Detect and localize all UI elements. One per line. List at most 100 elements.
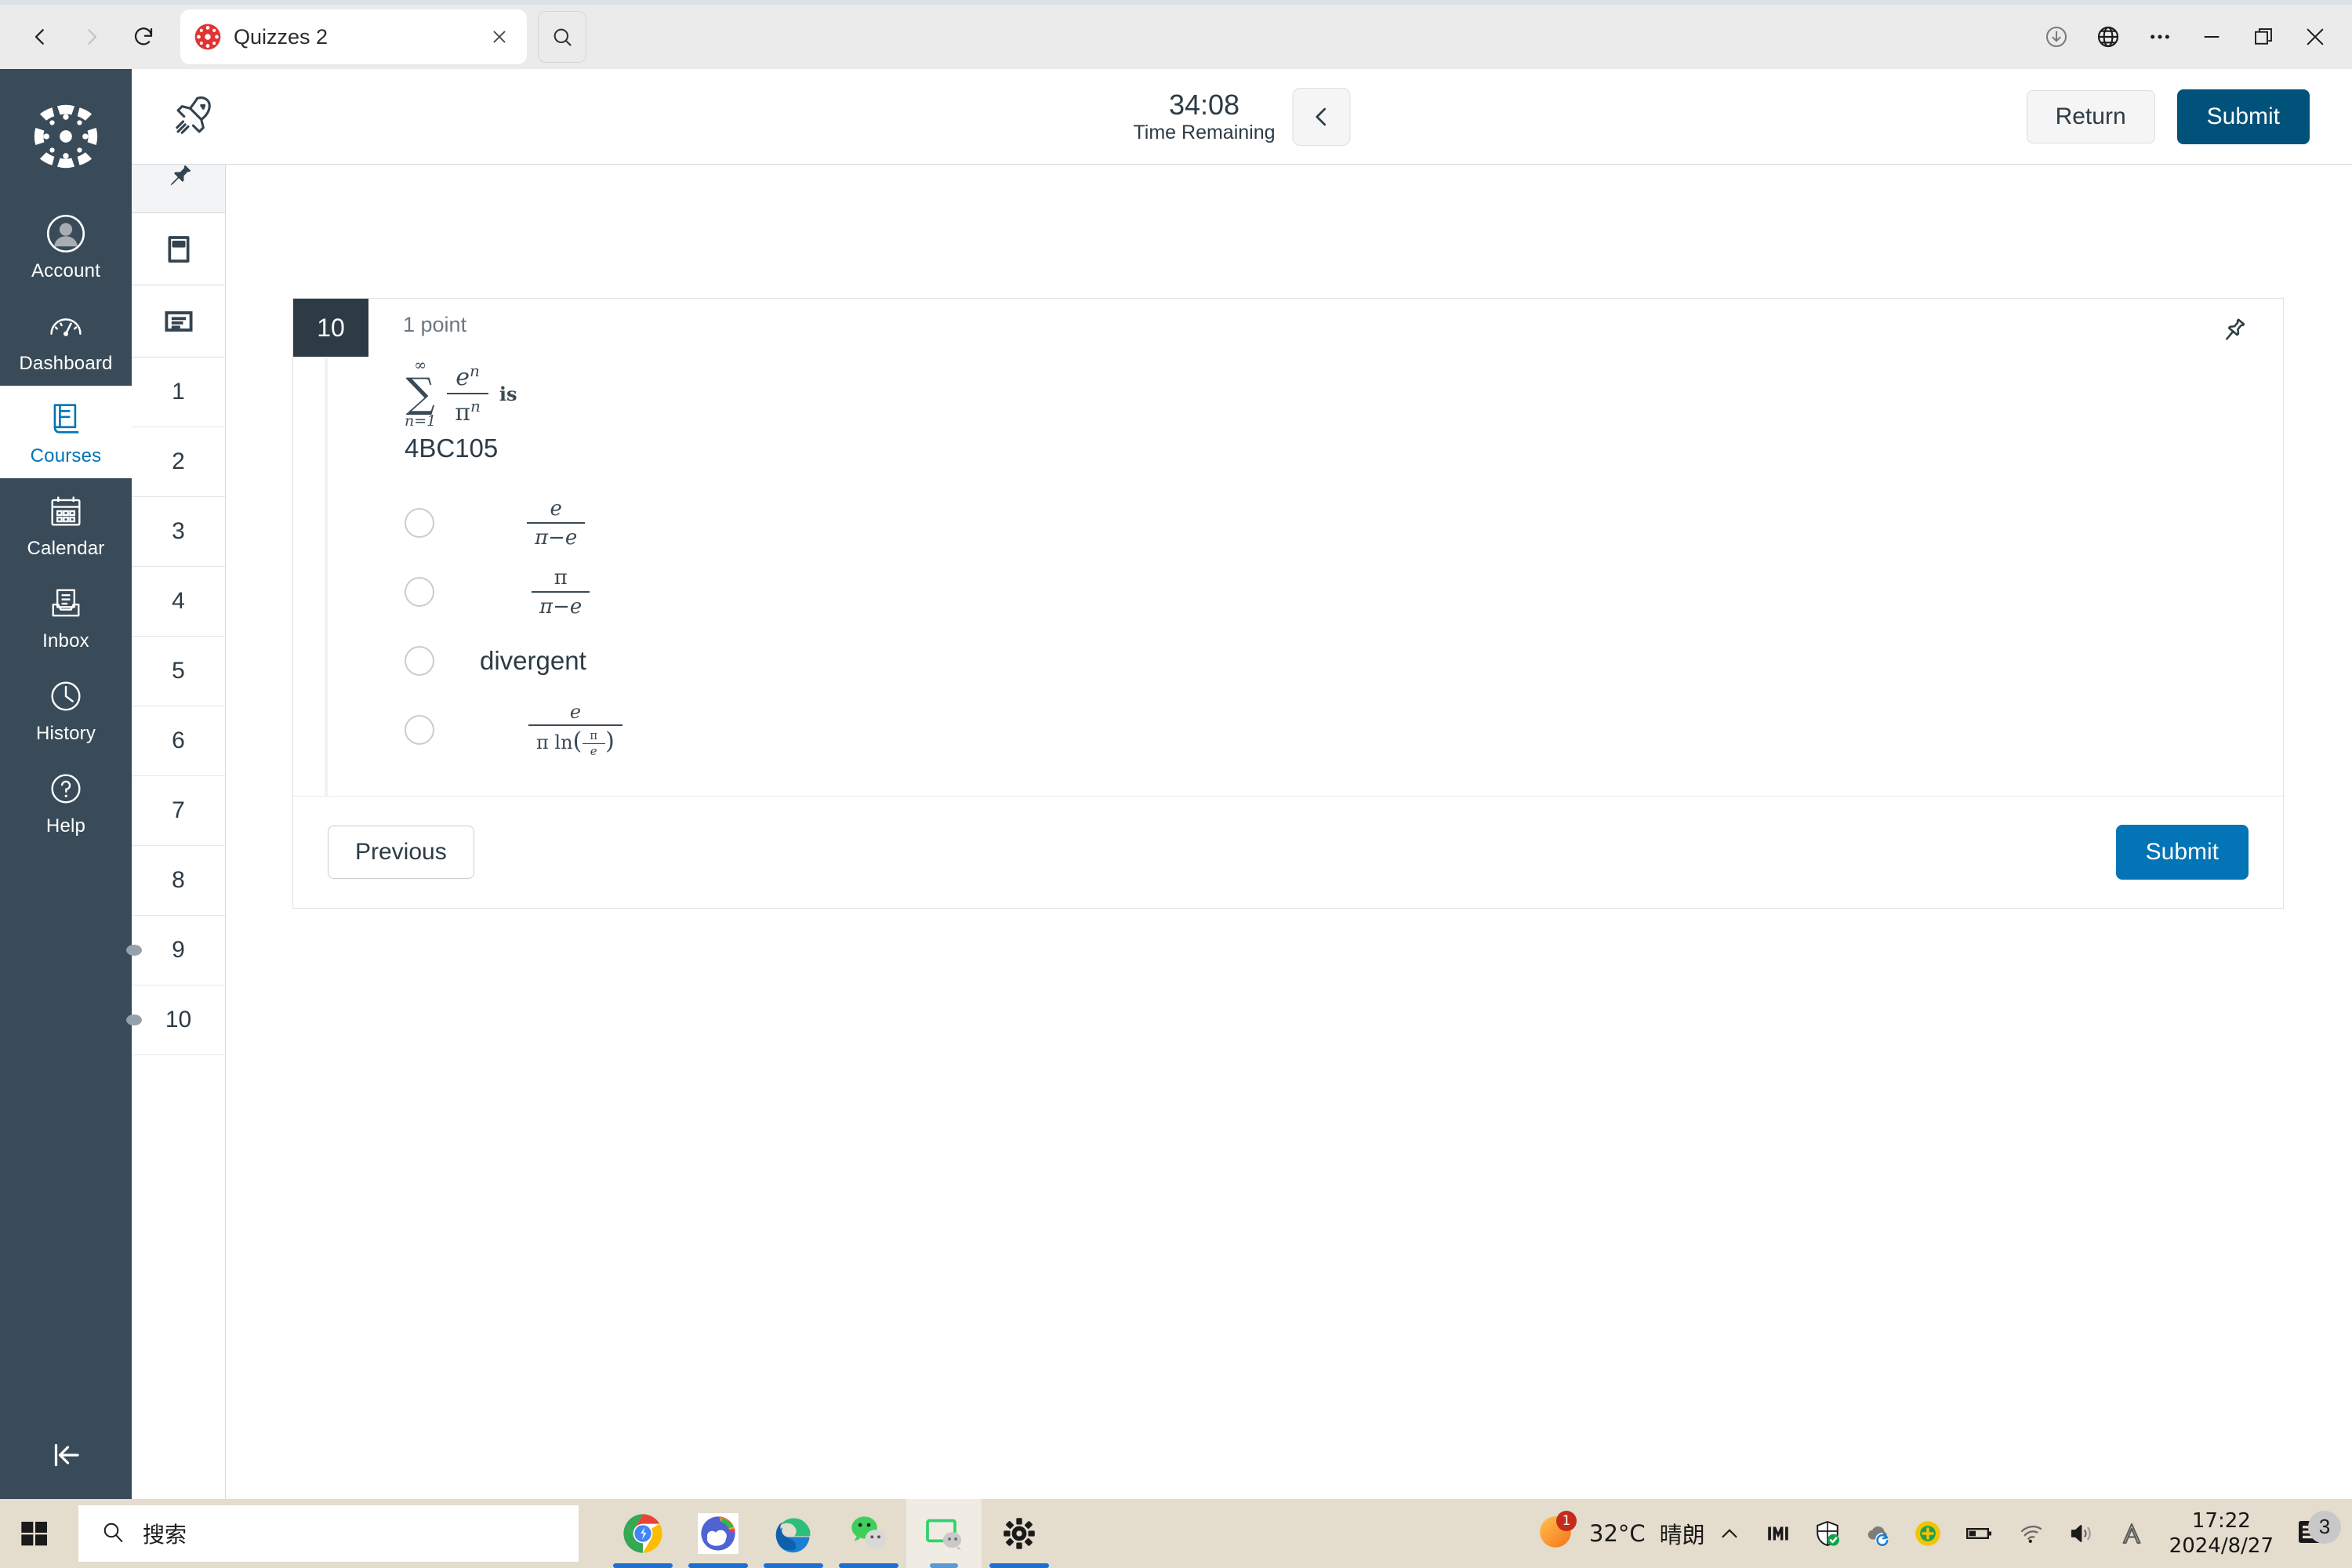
back-icon[interactable]	[17, 14, 63, 60]
rail-question-3[interactable]: 3	[132, 497, 225, 567]
security-shield-icon[interactable]	[1802, 1499, 1853, 1568]
chevron-up-icon[interactable]	[1705, 1499, 1754, 1568]
calculator-icon[interactable]	[132, 213, 225, 285]
clock-time: 17:22	[2191, 1508, 2251, 1533]
rail-question-number: 5	[172, 658, 185, 684]
notes-icon[interactable]	[132, 285, 225, 358]
answer-denominator: π−e	[527, 521, 586, 548]
answer-option-4[interactable]: e π ln(π e)	[364, 695, 2283, 764]
answered-marker	[126, 945, 142, 956]
rail-question-4[interactable]: 4	[132, 567, 225, 637]
restore-icon[interactable]	[2238, 11, 2289, 63]
radio-button[interactable]	[405, 577, 434, 607]
taskbar-apps	[605, 1499, 1057, 1568]
submit-button-card[interactable]: Submit	[2115, 825, 2249, 880]
taskbar-clock[interactable]: 17:22 2024/8/27	[2157, 1508, 2286, 1559]
search-placeholder: 搜索	[143, 1522, 187, 1548]
sidebar-item-history[interactable]: History	[0, 663, 132, 756]
close-icon[interactable]	[486, 24, 513, 50]
sidebar-item-label: Courses	[30, 445, 102, 466]
sidebar-item-help[interactable]: Help	[0, 756, 132, 848]
wifi-icon[interactable]	[2006, 1499, 2056, 1568]
tab-search-icon[interactable]	[538, 11, 586, 63]
sidebar-item-inbox[interactable]: Inbox	[0, 571, 132, 663]
rail-question-7[interactable]: 7	[132, 776, 225, 846]
forward-icon[interactable]	[69, 14, 114, 60]
sidebar-item-courses[interactable]: Courses	[0, 386, 132, 478]
clock-date: 2024/8/27	[2169, 1534, 2274, 1558]
previous-button[interactable]: Previous	[328, 826, 474, 879]
reload-icon[interactable]	[121, 14, 166, 60]
taskbar-app-microsoft-edge[interactable]	[756, 1499, 831, 1568]
rail-question-10[interactable]: 10	[126, 985, 225, 1055]
quiz-content-area: 10 1 point ∞ ∑ n=1 en πn is 4BC105 e π−e…	[226, 165, 2352, 1499]
taskbar-weather[interactable]: 1 32°C 晴朗	[1514, 1510, 1705, 1555]
answer-option-2[interactable]: π π−e	[364, 557, 2283, 626]
quiz-topbar: 34:08 Time Remaining Return Submit	[132, 69, 2352, 165]
taskbar-app-weather[interactable]	[681, 1499, 756, 1568]
speedometer-icon	[44, 304, 88, 348]
notification-count: 3	[2308, 1510, 2341, 1544]
question-body: ∞ ∑ n=1 en πn is 4BC105 e π−e π π−e dive…	[325, 358, 2283, 796]
taskbar-app-google-chrome[interactable]	[605, 1499, 681, 1568]
more-options-icon[interactable]	[2134, 11, 2186, 63]
sidebar-item-calendar[interactable]: Calendar	[0, 478, 132, 571]
battery-icon[interactable]	[1953, 1499, 2006, 1568]
radio-button[interactable]	[405, 508, 434, 538]
inbox-icon	[44, 582, 88, 626]
minimize-icon[interactable]	[2186, 11, 2238, 63]
question-card: 10 1 point ∞ ∑ n=1 en πn is 4BC105 e π−e…	[292, 298, 2284, 909]
clock-icon	[44, 674, 88, 718]
submit-button-top[interactable]: Submit	[2176, 89, 2310, 144]
book-icon	[44, 397, 88, 441]
plus-circle-icon[interactable]	[1903, 1499, 1953, 1568]
windows-start-icon[interactable]	[0, 1499, 69, 1568]
window-close-icon[interactable]	[2289, 11, 2341, 63]
browser-tab[interactable]: Quizzes 2	[180, 9, 527, 64]
sidebar-item-dashboard[interactable]: Dashboard	[0, 293, 132, 386]
rail-question-number: 3	[172, 518, 185, 544]
notification-center[interactable]: 3	[2286, 1510, 2346, 1555]
stem-trailing-word: is	[499, 382, 517, 405]
rail-question-2[interactable]: 2	[132, 427, 225, 497]
chevron-left-icon[interactable]	[1292, 87, 1351, 146]
rail-question-1[interactable]: 1	[132, 358, 225, 427]
answer-options: e π−e π π−e divergent e π ln(π e)	[364, 488, 2283, 764]
rail-question-number: 9	[172, 937, 185, 963]
answer-option-3[interactable]: divergent	[364, 626, 2283, 695]
ime-letter-icon[interactable]	[2107, 1499, 2157, 1568]
rail-question-5[interactable]: 5	[132, 637, 225, 706]
taskbar-search-input[interactable]: 搜索	[78, 1505, 579, 1562]
ime-icon[interactable]	[1754, 1499, 1802, 1568]
question-points: 1 point	[403, 313, 467, 336]
globe-icon[interactable]	[2082, 11, 2134, 63]
answer-fraction: π π−e	[532, 568, 590, 617]
calendar-icon	[44, 489, 88, 533]
sidebar-item-label: Account	[31, 260, 101, 281]
answer-label: π π−e	[480, 568, 590, 617]
download-icon[interactable]	[2031, 11, 2082, 63]
canvas-logo[interactable]	[30, 100, 102, 172]
onedrive-sync-icon[interactable]	[1853, 1499, 1903, 1568]
answer-option-1[interactable]: e π−e	[364, 488, 2283, 557]
sidebar-item-account[interactable]: Account	[0, 201, 132, 293]
volume-icon[interactable]	[2056, 1499, 2107, 1568]
rail-question-6[interactable]: 6	[132, 706, 225, 776]
taskbar-app-wechat[interactable]	[831, 1499, 906, 1568]
pin-outline-icon[interactable]	[2219, 316, 2249, 350]
return-button[interactable]: Return	[2026, 89, 2155, 143]
rail-question-8[interactable]: 8	[132, 846, 225, 916]
rocket-icon[interactable]	[171, 90, 220, 143]
rail-question-number: 2	[172, 448, 185, 474]
radio-button[interactable]	[405, 646, 434, 676]
windows-taskbar: 搜索 1 32°C 晴朗 17:22 2024/8/27 3	[0, 1499, 2352, 1568]
app-running-indicator	[989, 1563, 1049, 1568]
topbar-actions: Return Submit	[2026, 89, 2352, 144]
collapse-nav-icon[interactable]	[0, 1432, 132, 1479]
taskbar-app-wechat-window[interactable]	[906, 1499, 982, 1568]
rail-question-9[interactable]: 9	[126, 916, 225, 985]
rail-question-number: 4	[172, 588, 185, 614]
radio-button[interactable]	[405, 715, 434, 745]
taskbar-app-settings[interactable]	[982, 1499, 1057, 1568]
stem-fraction: en πn	[447, 363, 488, 425]
